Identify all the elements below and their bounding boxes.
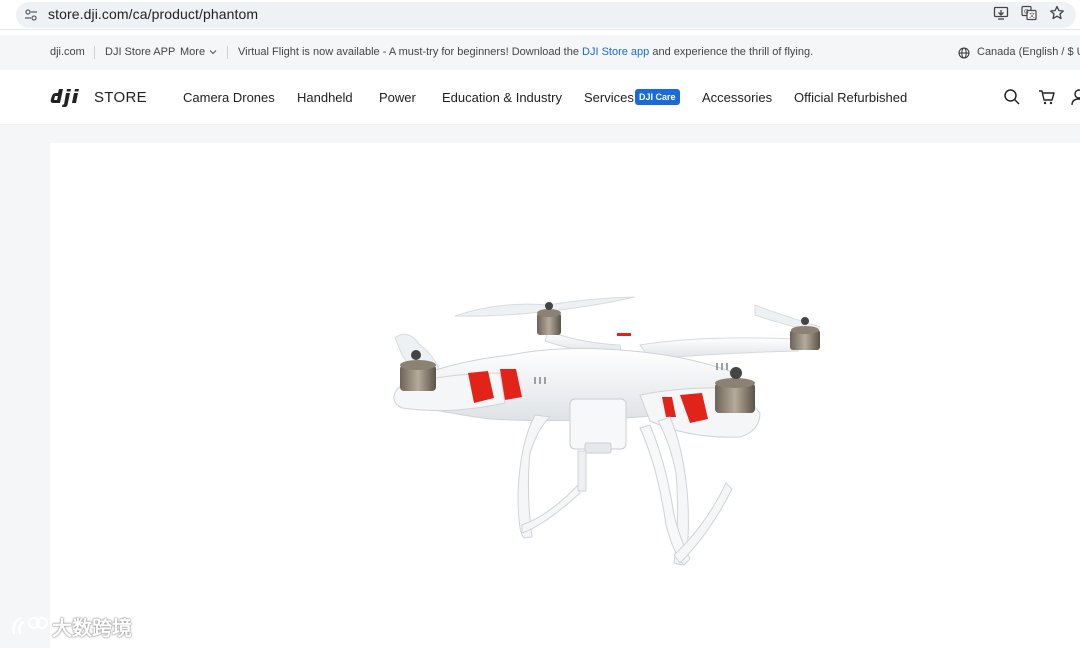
nav-services[interactable]: Services <box>584 90 634 105</box>
store-label: STORE <box>94 89 147 106</box>
main-navigation: STORE Camera Drones Handheld Power Educa… <box>0 70 1080 125</box>
dji-care-badge: DJI Care <box>635 89 680 105</box>
more-label: More <box>180 46 206 58</box>
dji-logo[interactable] <box>50 86 88 108</box>
nav-accessories[interactable]: Accessories <box>702 90 772 105</box>
address-bar[interactable]: store.dji.com/ca/product/phantom <box>16 2 1076 28</box>
region-selector[interactable]: Canada (English / $ US <box>977 46 1080 58</box>
chevron-down-icon <box>209 50 217 55</box>
nav-camera-drones[interactable]: Camera Drones <box>183 90 275 105</box>
promo-message: Virtual Flight is now available - A must… <box>238 46 813 58</box>
divider <box>227 46 228 59</box>
account-icon[interactable] <box>1070 88 1080 106</box>
cart-icon[interactable] <box>1038 88 1056 106</box>
more-menu[interactable]: More <box>180 46 217 58</box>
nav-power[interactable]: Power <box>379 90 416 105</box>
product-image-panel <box>50 143 1080 648</box>
divider <box>94 46 95 59</box>
translate-icon[interactable]: G 文 <box>1021 5 1037 21</box>
nav-handheld[interactable]: Handheld <box>297 90 353 105</box>
search-icon[interactable] <box>1003 88 1021 106</box>
phantom-drone-image <box>393 296 820 566</box>
globe-icon <box>958 47 970 59</box>
svg-text:文: 文 <box>1029 12 1035 20</box>
nav-education-industry[interactable]: Education & Industry <box>442 90 562 105</box>
top-utility-bar: dji.com DJI Store APP More Virtual Fligh… <box>0 35 1080 70</box>
promo-text: Virtual Flight is now available - A must… <box>238 46 583 58</box>
browser-toolbar: store.dji.com/ca/product/phantom G 文 <box>0 0 1080 30</box>
dji-store-app-link[interactable]: DJI Store APP <box>105 46 175 58</box>
watermark-text: 大数跨境 <box>52 618 132 640</box>
dji-com-link[interactable]: dji.com <box>50 46 85 58</box>
bookmark-star-icon[interactable] <box>1049 5 1065 21</box>
install-app-icon[interactable] <box>993 5 1009 21</box>
watermark-logo <box>12 616 48 635</box>
url-text[interactable]: store.dji.com/ca/product/phantom <box>48 6 258 22</box>
promo-text-suffix: and experience the thrill of flying. <box>649 46 814 58</box>
dji-store-app-promo-link[interactable]: DJI Store app <box>582 46 649 58</box>
nav-official-refurbished[interactable]: Official Refurbished <box>794 90 907 105</box>
site-settings-icon[interactable] <box>24 8 38 22</box>
